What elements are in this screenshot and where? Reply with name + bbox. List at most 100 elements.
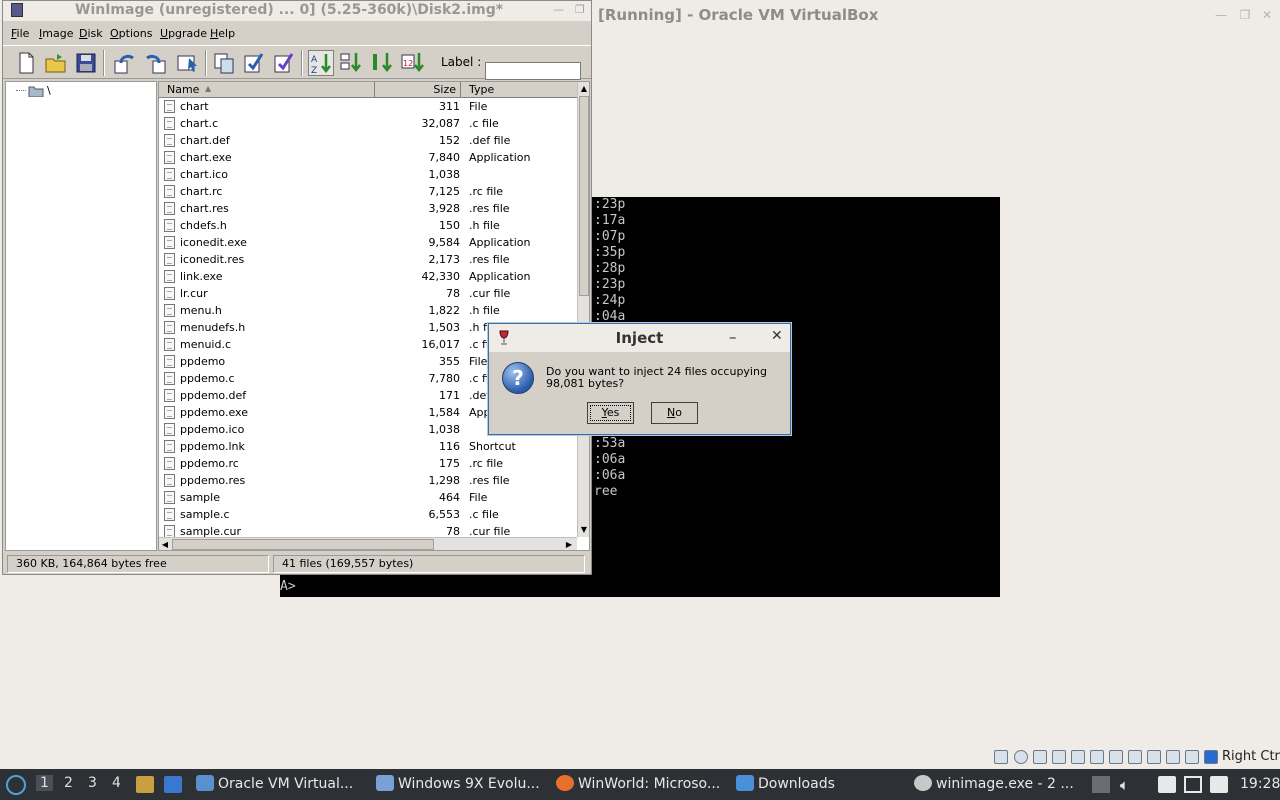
workspace-4[interactable]: 4 (112, 775, 121, 791)
vertical-scrollbar[interactable]: ▲ ▼ (577, 82, 589, 537)
file-manager-launcher-icon[interactable] (136, 776, 154, 793)
vertical-scroll-thumb[interactable] (579, 96, 589, 296)
network-status-icon[interactable] (1184, 776, 1202, 793)
select-button[interactable] (175, 50, 201, 76)
cpu-icon[interactable] (1166, 750, 1180, 764)
table-row[interactable]: iconedit.res 2,173 .res file (159, 251, 577, 268)
task-winimage[interactable]: winimage.exe - 2 ... (914, 769, 1074, 800)
menu-image[interactable]: Image (39, 27, 73, 40)
sort-by-size-button[interactable] (370, 50, 396, 76)
inject-dialog-titlebar[interactable]: Inject – ✕ (489, 324, 790, 352)
open-button[interactable] (43, 50, 69, 76)
minimize-icon[interactable]: — (553, 3, 564, 16)
table-row[interactable]: menu.h 1,822 .h file (159, 302, 577, 319)
save-button[interactable] (73, 50, 99, 76)
workspace-2[interactable]: 2 (64, 775, 73, 791)
scroll-right-icon[interactable]: ▶ (563, 538, 575, 550)
table-row[interactable]: iconedit.exe 9,584 Application (159, 234, 577, 251)
no-button[interactable]: No (651, 402, 698, 424)
table-row[interactable]: sample.c 6,553 .c file (159, 506, 577, 523)
scroll-down-icon[interactable]: ▼ (578, 523, 589, 536)
display-icon[interactable] (1128, 750, 1142, 764)
workspace-1[interactable]: 1 (36, 775, 53, 791)
task-virtualbox[interactable]: Oracle VM Virtual... (196, 769, 353, 800)
workspace-3[interactable]: 3 (88, 775, 97, 791)
notes-icon[interactable] (1158, 776, 1176, 793)
scroll-left-icon[interactable]: ◀ (159, 538, 171, 550)
winimage-title: WinImage (unregistered) ... 0] (5.25-360… (75, 2, 504, 18)
maximize-icon[interactable]: ❐ (575, 3, 585, 16)
inject-button[interactable] (143, 50, 169, 76)
shared-folders-icon[interactable] (1109, 750, 1123, 764)
clipboard-icon[interactable] (1092, 776, 1110, 793)
extract-button[interactable] (111, 50, 137, 76)
copy-button[interactable] (211, 50, 237, 76)
table-row[interactable]: chart.exe 7,840 Application (159, 149, 577, 166)
column-header-type[interactable]: Type (461, 82, 577, 98)
desktop-launcher-icon[interactable] (164, 776, 182, 793)
file-type: .res file (469, 202, 510, 215)
table-row[interactable]: lr.cur 78 .cur file (159, 285, 577, 302)
optical-drive-icon[interactable] (1014, 750, 1028, 764)
column-header-size[interactable]: Size (375, 82, 461, 98)
network-icon[interactable] (1071, 750, 1085, 764)
yes-button[interactable]: Yes (587, 402, 634, 424)
minimize-icon[interactable]: – (729, 328, 737, 346)
tree-root-item[interactable]: \ (16, 84, 51, 97)
table-row[interactable]: chart.ico 1,038 (159, 166, 577, 183)
sort-by-date-button[interactable]: 12 (401, 50, 427, 76)
file-size: 7,125 (428, 185, 461, 198)
keyboard-capture-icon[interactable] (1204, 750, 1218, 764)
menu-upgrade[interactable]: Upgrade (160, 27, 207, 40)
table-row[interactable]: chart 311 File (159, 98, 577, 115)
usb-icon[interactable] (1090, 750, 1104, 764)
start-menu-icon[interactable] (6, 775, 26, 795)
recording-icon[interactable] (1147, 750, 1161, 764)
floppy-icon[interactable] (1033, 750, 1047, 764)
table-row[interactable]: chdefs.h 150 .h file (159, 217, 577, 234)
notification-icon[interactable] (1210, 776, 1228, 793)
column-header-name[interactable]: Name ▲ (159, 82, 375, 98)
menu-options[interactable]: Options (110, 27, 152, 40)
table-row[interactable]: ppdemo.res 1,298 .res file (159, 472, 577, 489)
file-size: 464 (439, 491, 460, 504)
check-button[interactable] (241, 50, 267, 76)
volume-icon[interactable]: 🔈︎ (1120, 776, 1138, 794)
table-row[interactable]: ppdemo.lnk 116 Shortcut (159, 438, 577, 455)
table-row[interactable]: link.exe 42,330 Application (159, 268, 577, 285)
table-row[interactable]: chart.c 32,087 .c file (159, 115, 577, 132)
check-all-button[interactable] (271, 50, 297, 76)
file-type: .rc file (469, 457, 504, 470)
maximize-icon[interactable]: ❐ (1238, 8, 1252, 22)
close-icon[interactable]: ✕ (1260, 8, 1274, 22)
table-row[interactable]: ppdemo.rc 175 .rc file (159, 455, 577, 472)
file-list[interactable]: Name ▲ Size Type chart 311 File chart.c 32,0… (158, 81, 590, 551)
menu-help[interactable]: Help (210, 27, 235, 40)
scroll-up-icon[interactable]: ▲ (578, 82, 589, 95)
hard-disk-icon[interactable] (994, 750, 1008, 764)
svg-text:12: 12 (403, 59, 413, 68)
menu-file[interactable]: File (11, 27, 29, 40)
task-downloads[interactable]: Downloads (736, 769, 835, 800)
file-icon (164, 372, 175, 385)
volume-label-input[interactable] (485, 62, 581, 80)
task-firefox[interactable]: WinWorld: Microso... (556, 769, 720, 800)
firefox-icon (556, 775, 574, 791)
close-icon[interactable]: ✕ (771, 328, 783, 344)
mouse-integration-icon[interactable] (1185, 750, 1199, 764)
table-row[interactable]: chart.res 3,928 .res file (159, 200, 577, 217)
horizontal-scroll-thumb[interactable] (172, 539, 434, 550)
winimage-titlebar[interactable]: WinImage (unregistered) ... 0] (5.25-360… (3, 1, 591, 21)
sort-by-ext-button[interactable] (339, 50, 365, 76)
menu-disk[interactable]: Disk (79, 27, 103, 40)
sort-by-name-button[interactable]: AZ (308, 50, 334, 76)
folder-tree[interactable]: \ (5, 81, 157, 551)
audio-icon[interactable] (1052, 750, 1066, 764)
task-windows9x[interactable]: Windows 9X Evolu... (376, 769, 540, 800)
table-row[interactable]: sample 464 File (159, 489, 577, 506)
table-row[interactable]: chart.def 152 .def file (159, 132, 577, 149)
new-image-button[interactable] (13, 50, 39, 76)
horizontal-scrollbar[interactable]: ◀ ▶ (159, 537, 577, 550)
table-row[interactable]: chart.rc 7,125 .rc file (159, 183, 577, 200)
minimize-icon[interactable]: — (1214, 8, 1228, 22)
